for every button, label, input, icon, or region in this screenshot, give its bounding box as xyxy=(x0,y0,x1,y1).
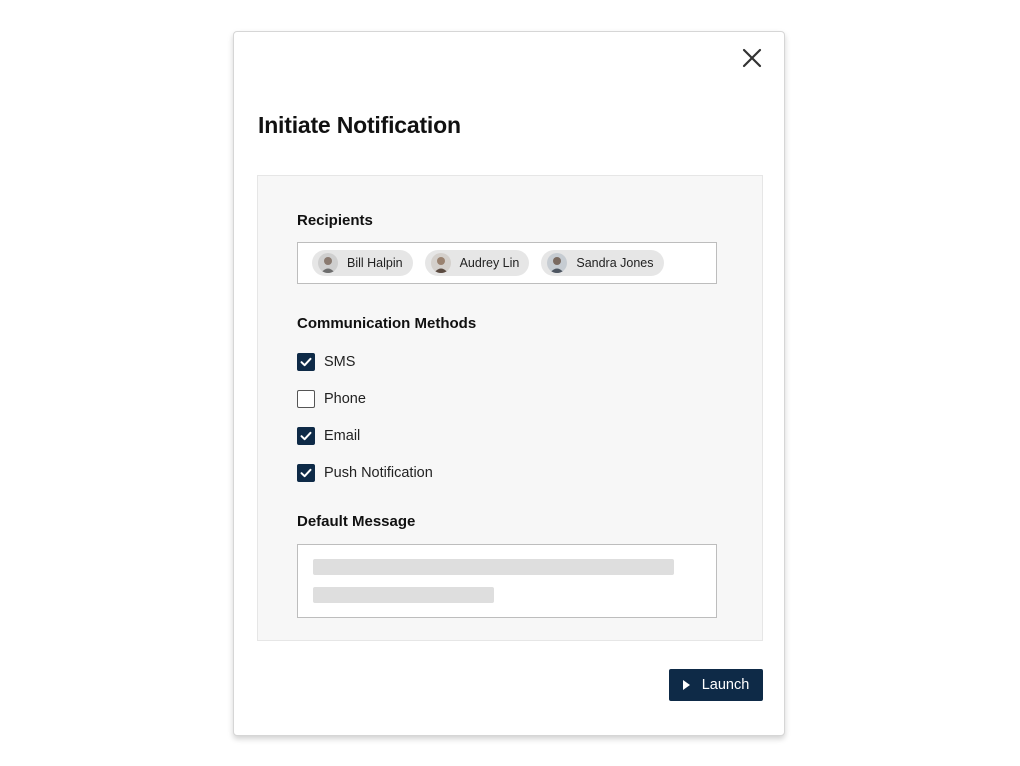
communication-methods-label: Communication Methods xyxy=(297,315,477,332)
recipient-name: Audrey Lin xyxy=(459,256,520,270)
checkbox-label: Push Notification xyxy=(324,465,433,481)
checkbox-label: Phone xyxy=(324,391,366,407)
checkbox-checked[interactable] xyxy=(297,464,315,482)
close-button[interactable] xyxy=(740,46,764,70)
launch-button[interactable]: Launch xyxy=(669,669,763,701)
avatar xyxy=(547,253,568,273)
initiate-notification-dialog: Initiate Notification Recipients Bill Ha… xyxy=(233,31,785,736)
recipients-field[interactable]: Bill Halpin Audrey Lin Sandra Jones xyxy=(297,242,717,284)
checkbox-push-notification[interactable]: Push Notification xyxy=(297,463,433,483)
dialog-title: Initiate Notification xyxy=(258,112,461,138)
recipient-name: Sandra Jones xyxy=(576,256,654,270)
checkbox-email[interactable]: Email xyxy=(297,426,360,446)
close-icon xyxy=(742,48,762,68)
message-placeholder-line xyxy=(313,587,494,603)
form-panel: Recipients Bill Halpin Audrey Lin Sandra… xyxy=(257,175,763,641)
checkbox-sms[interactable]: SMS xyxy=(297,352,355,372)
checkbox-label: SMS xyxy=(324,354,356,370)
recipient-chip-bill-halpin[interactable]: Bill Halpin xyxy=(312,250,413,276)
message-placeholder-line xyxy=(313,559,674,575)
checkmark-icon xyxy=(300,468,312,478)
checkmark-icon xyxy=(300,357,312,367)
recipient-chip-audrey-lin[interactable]: Audrey Lin xyxy=(424,250,530,276)
checkmark-icon xyxy=(300,431,312,441)
avatar xyxy=(318,253,338,273)
checkbox-checked[interactable] xyxy=(297,427,315,445)
default-message-textarea[interactable] xyxy=(297,544,717,618)
recipient-name: Bill Halpin xyxy=(347,256,403,270)
checkbox-phone[interactable]: Phone xyxy=(297,389,366,409)
checkbox-unchecked[interactable] xyxy=(297,390,315,408)
recipient-chip-sandra-jones[interactable]: Sandra Jones xyxy=(541,250,664,276)
checkbox-label: Email xyxy=(324,428,361,444)
default-message-label: Default Message xyxy=(297,513,416,530)
checkbox-checked[interactable] xyxy=(297,353,315,371)
avatar xyxy=(430,253,451,273)
play-icon xyxy=(682,680,690,690)
recipients-label: Recipients xyxy=(297,212,373,229)
launch-label: Launch xyxy=(701,677,750,693)
